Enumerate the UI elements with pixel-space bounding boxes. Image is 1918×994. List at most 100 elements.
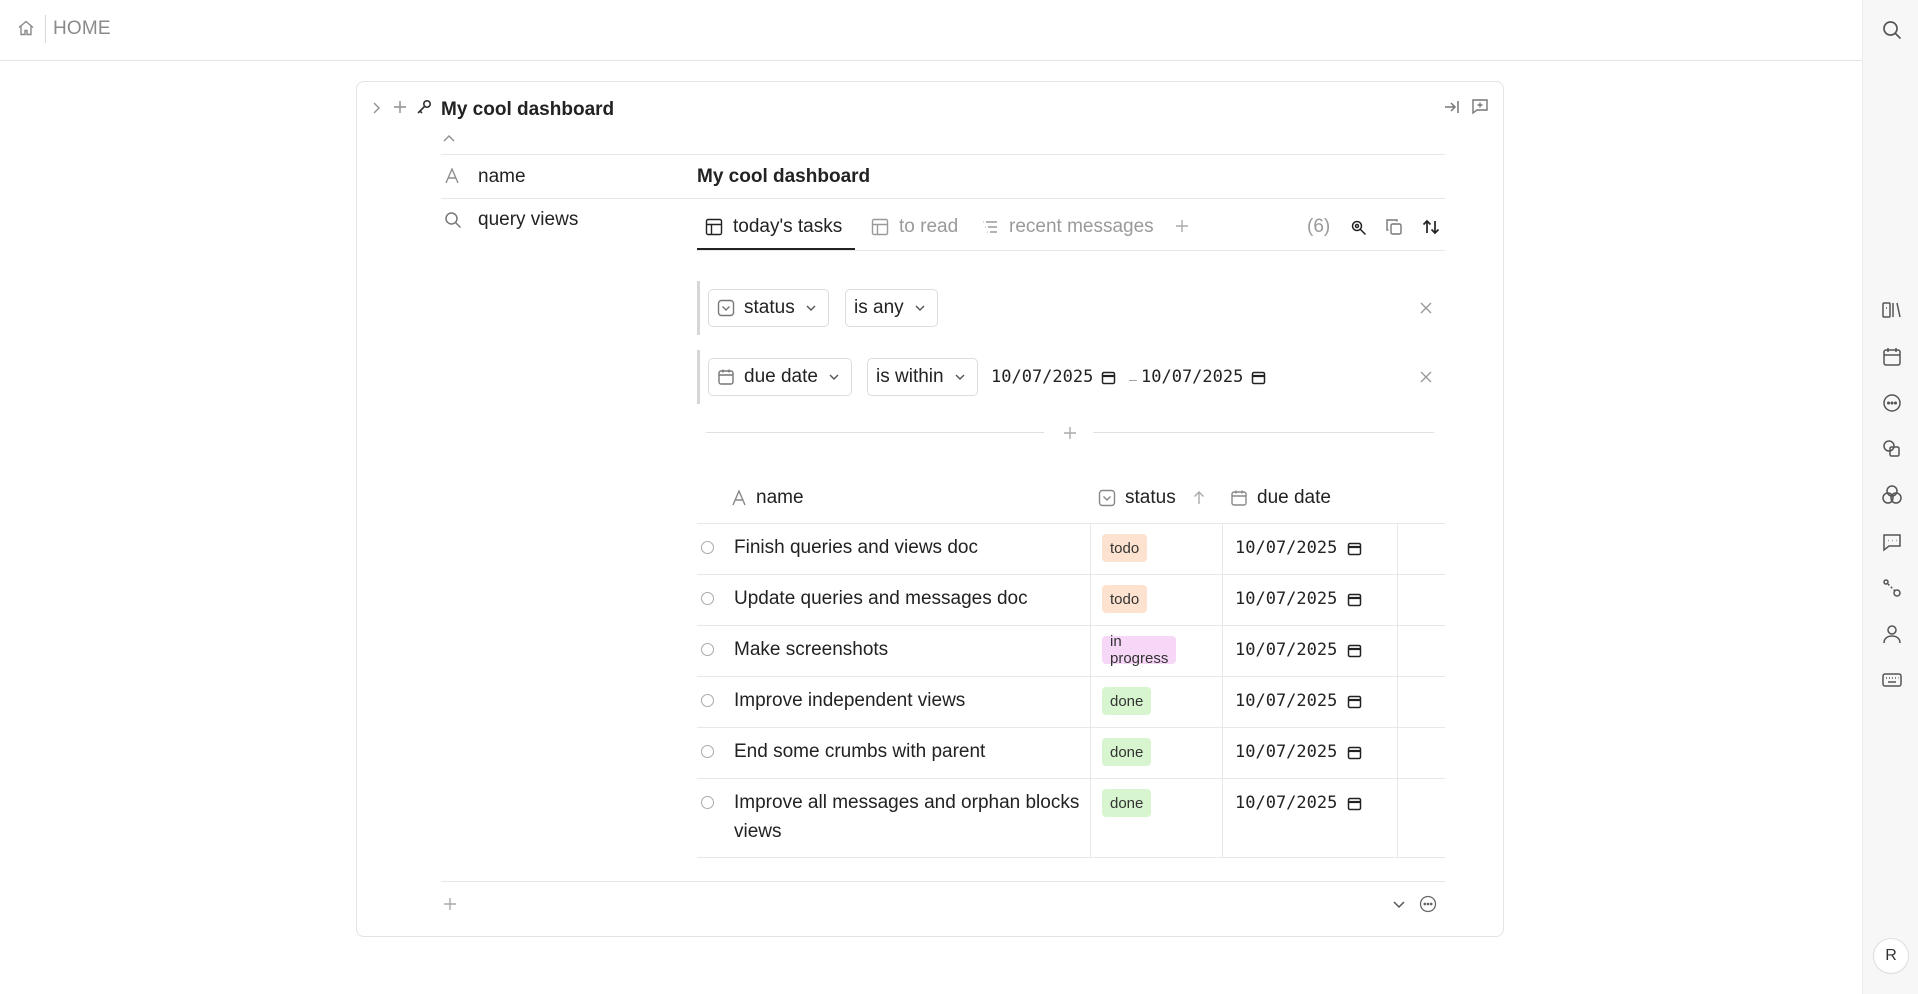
row-divider [697, 857, 1445, 858]
add-view-icon[interactable] [1174, 218, 1190, 234]
search-icon[interactable] [1881, 19, 1903, 41]
status-badge[interactable]: in progress [1102, 633, 1177, 667]
calendar-icon [1347, 745, 1362, 760]
filter-field-status[interactable]: status [708, 289, 829, 327]
row-select-circle-icon[interactable] [701, 694, 714, 707]
circles-icon[interactable] [1881, 484, 1903, 506]
column-header-label: due date [1257, 487, 1331, 508]
filter-operator-is-within[interactable]: is within [867, 358, 978, 396]
table-icon [871, 218, 889, 236]
column-header-status[interactable]: status [1098, 487, 1207, 509]
user-icon[interactable] [1881, 623, 1903, 645]
due-date-cell[interactable]: 10/07/2025 [1235, 691, 1362, 711]
row-select-circle-icon[interactable] [701, 643, 714, 656]
divider [441, 154, 1445, 155]
task-name-cell[interactable]: Improve independent views [734, 686, 1089, 715]
filter-date-to[interactable]: 10/07/2025 [1141, 367, 1266, 387]
tab-label: today's tasks [733, 216, 843, 237]
filter-date-from[interactable]: 10/07/2025 [991, 367, 1116, 387]
due-date-cell[interactable]: 10/07/2025 [1235, 742, 1362, 762]
more-options-icon[interactable] [1419, 895, 1437, 913]
column-divider [1397, 523, 1398, 858]
remove-filter-icon[interactable] [1419, 370, 1433, 384]
divider [1093, 432, 1434, 433]
view-settings-icon[interactable] [1349, 217, 1369, 237]
status-badge[interactable]: todo [1102, 585, 1148, 613]
column-header-label: status [1125, 487, 1176, 508]
copy-blocks-icon[interactable] [1881, 438, 1903, 460]
collapse-chevron-icon[interactable] [442, 133, 456, 145]
text-type-icon [731, 490, 747, 506]
chat-icon[interactable] [1881, 531, 1903, 553]
row-select-circle-icon[interactable] [701, 592, 714, 605]
result-count: (6) [1307, 216, 1331, 237]
column-header-due-date[interactable]: due date [1230, 487, 1331, 509]
add-filter-icon[interactable] [1062, 425, 1078, 441]
chevron-down-icon[interactable] [1391, 898, 1407, 912]
tab-to-read[interactable]: to read [871, 216, 958, 238]
calendar-icon [717, 368, 735, 386]
due-date-cell[interactable]: 10/07/2025 [1235, 538, 1362, 558]
filter-operator-is-any[interactable]: is any [845, 289, 938, 327]
tab-todays-tasks[interactable]: today's tasks [705, 216, 842, 238]
add-block-icon[interactable] [442, 896, 458, 912]
chevron-down-icon [913, 301, 927, 315]
open-in-sidebar-icon[interactable] [1443, 98, 1461, 116]
remove-filter-icon[interactable] [1419, 301, 1433, 315]
sort-icon[interactable] [1421, 217, 1441, 237]
breadcrumb-home[interactable]: HOME [53, 18, 111, 40]
calendar-icon[interactable] [1881, 346, 1903, 368]
row-divider [697, 574, 1445, 575]
chevron-right-icon[interactable] [368, 100, 384, 116]
dashboard-title[interactable]: My cool dashboard [441, 99, 614, 121]
task-name-cell[interactable]: Improve all messages and orphan blocks v… [734, 788, 1089, 846]
divider [706, 432, 1044, 433]
journal-icon[interactable] [1881, 299, 1903, 321]
more-circle-icon[interactable] [1881, 392, 1903, 414]
tabs-divider [697, 250, 1445, 251]
plus-icon[interactable] [392, 99, 408, 115]
key-icon[interactable] [415, 98, 433, 116]
calendar-icon [1347, 592, 1362, 607]
status-badge[interactable]: done [1102, 789, 1152, 817]
property-value-name[interactable]: My cool dashboard [697, 166, 870, 188]
row-select-circle-icon[interactable] [701, 541, 714, 554]
due-date-cell[interactable]: 10/07/2025 [1235, 589, 1362, 609]
copy-icon[interactable] [1385, 218, 1403, 236]
task-name-cell[interactable]: End some crumbs with parent [734, 737, 1089, 766]
home-icon[interactable] [17, 19, 35, 37]
property-label-query-views: query views [478, 209, 579, 230]
filter-field-label: due date [744, 366, 818, 387]
user-avatar[interactable]: R [1873, 938, 1909, 974]
task-name-cell[interactable]: Make screenshots [734, 635, 1089, 664]
chevron-down-icon [804, 301, 818, 315]
task-name-cell[interactable]: Update queries and messages doc [734, 584, 1089, 613]
divider [441, 881, 1445, 882]
status-badge[interactable]: done [1102, 738, 1152, 766]
tab-recent-messages[interactable]: recent messages [981, 216, 1154, 238]
comment-icon[interactable] [1471, 97, 1489, 115]
date-value: 10/07/2025 [1235, 640, 1338, 660]
keyboard-icon[interactable] [1881, 669, 1903, 691]
task-name-cell[interactable]: Finish queries and views doc [734, 533, 1089, 562]
row-select-circle-icon[interactable] [701, 796, 714, 809]
due-date-cell[interactable]: 10/07/2025 [1235, 640, 1362, 660]
graph-icon[interactable] [1881, 577, 1903, 599]
right-sidebar: R [1862, 0, 1918, 994]
calendar-icon [1101, 370, 1116, 385]
calendar-icon [1230, 489, 1248, 507]
status-badge[interactable]: done [1102, 687, 1152, 715]
calendar-icon [1251, 370, 1266, 385]
list-icon [981, 218, 999, 236]
row-select-circle-icon[interactable] [701, 745, 714, 758]
filter-field-due-date[interactable]: due date [708, 358, 852, 396]
status-badge[interactable]: todo [1102, 534, 1148, 562]
select-type-icon [717, 299, 735, 317]
calendar-icon [1347, 694, 1362, 709]
due-date-cell[interactable]: 10/07/2025 [1235, 793, 1362, 813]
row-divider [697, 676, 1445, 677]
sort-ascending-icon[interactable] [1191, 490, 1207, 506]
date-value: 10/07/2025 [991, 367, 1094, 387]
column-header-name[interactable]: name [731, 487, 804, 509]
filter-field-label: status [744, 297, 795, 318]
